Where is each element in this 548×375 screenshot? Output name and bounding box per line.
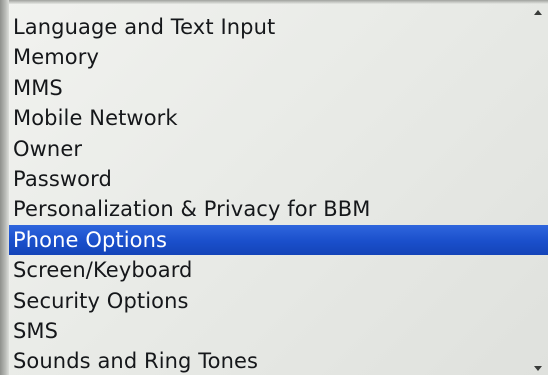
screen-bezel-left	[0, 0, 9, 375]
list-item-password[interactable]: Password	[9, 164, 548, 194]
scroll-down-arrow-icon[interactable]	[534, 366, 542, 371]
list-item-language-and-text-input[interactable]: Language and Text Input	[9, 12, 548, 42]
options-list: Language and Text Input Memory MMS Mobil…	[9, 12, 548, 375]
list-item-memory[interactable]: Memory	[9, 42, 548, 72]
list-item-mms[interactable]: MMS	[9, 73, 548, 103]
list-item-security-options[interactable]: Security Options	[9, 286, 548, 316]
list-item-owner[interactable]: Owner	[9, 134, 548, 164]
options-screen: Language and Text Input Memory MMS Mobil…	[0, 0, 548, 375]
list-item-mobile-network[interactable]: Mobile Network	[9, 103, 548, 133]
list-item-sms[interactable]: SMS	[9, 316, 548, 346]
list-item-personalization-privacy-bbm[interactable]: Personalization & Privacy for BBM	[9, 194, 548, 224]
list-item-phone-options[interactable]: Phone Options	[9, 224, 548, 256]
list-item-sounds-and-ring-tones[interactable]: Sounds and Ring Tones	[9, 346, 548, 375]
list-item-screen-keyboard[interactable]: Screen/Keyboard	[9, 255, 548, 285]
screen-bezel-top	[0, 0, 548, 4]
